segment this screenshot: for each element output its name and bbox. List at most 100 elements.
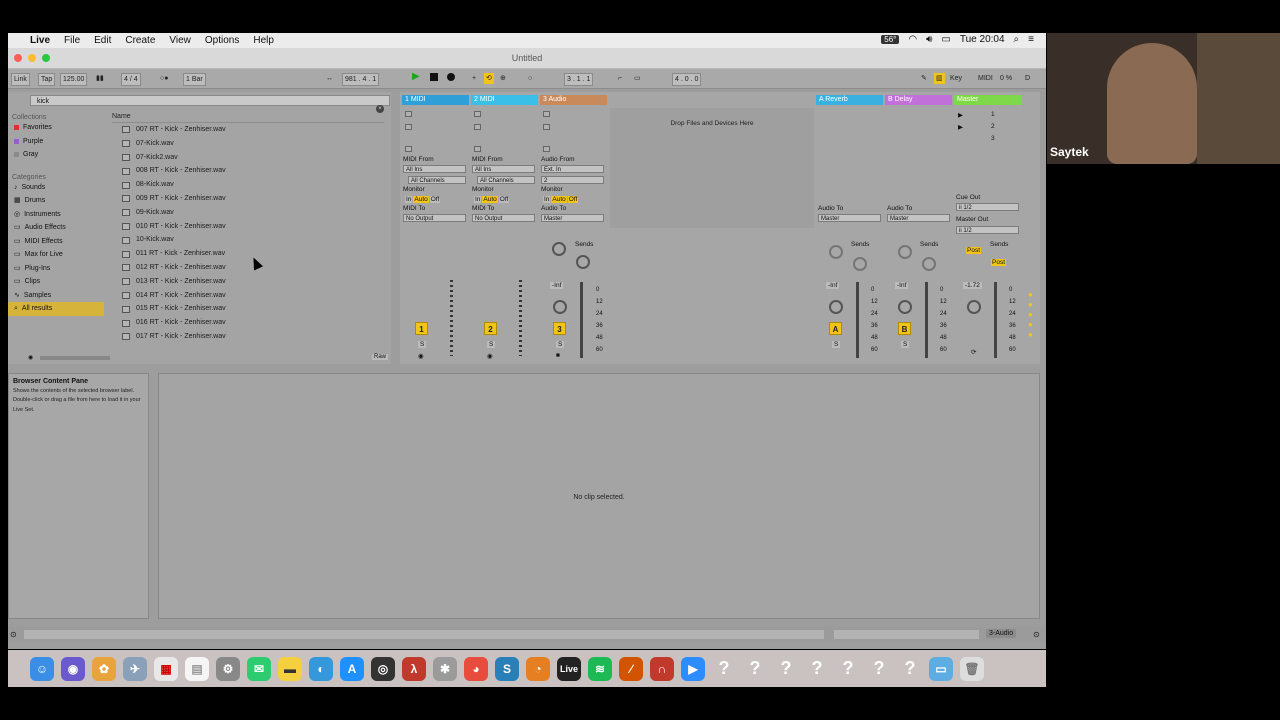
drop-area[interactable]: Drop Files and Devices Here <box>610 108 814 228</box>
clip-slot[interactable] <box>474 111 481 117</box>
file-row[interactable]: 017 RT - Kick - Zenhiser.wav <box>112 330 384 344</box>
output-dropdown[interactable]: Master <box>818 214 881 222</box>
menu-create[interactable]: Create <box>125 35 155 46</box>
unknown-app-icon[interactable]: ? <box>898 657 922 681</box>
unknown-app-icon[interactable]: ? <box>743 657 767 681</box>
menu-edit[interactable]: Edit <box>94 35 111 46</box>
send-a-knob[interactable] <box>829 245 843 259</box>
track-activator-1[interactable]: 1 <box>415 322 428 335</box>
volume-fader-meter[interactable] <box>519 280 522 356</box>
play-button[interactable]: ▶ <box>410 71 422 82</box>
solo-button[interactable]: S <box>418 341 427 348</box>
finder-icon[interactable]: ☺ <box>30 656 54 681</box>
file-row[interactable]: 07-Kick2.wav <box>112 151 384 165</box>
monitor-in-button[interactable]: In <box>405 196 413 203</box>
sidebar-item-purple[interactable]: Purple <box>8 135 108 149</box>
capture-icon[interactable]: ⊕ <box>498 73 508 84</box>
send-b-knob[interactable] <box>576 255 590 269</box>
firefox-icon[interactable]: ◔ <box>526 656 550 681</box>
track-header-1-midi[interactable]: 1 MIDI <box>402 95 469 105</box>
output-dropdown[interactable]: No Output <box>403 214 466 222</box>
browser-search-input[interactable]: kick <box>30 95 390 106</box>
sidebar-item-all-results[interactable]: ⌕ All results <box>8 302 104 316</box>
sidebar-item-audio-effects[interactable]: ▭ Audio Effects <box>8 221 108 235</box>
scene-launch-icon[interactable]: ▶ <box>958 123 963 131</box>
pan-knob[interactable] <box>829 300 843 314</box>
clip-slot[interactable] <box>474 124 481 130</box>
master-out-dropdown[interactable]: ii 1/2 <box>956 226 1019 234</box>
automation-arm-icon[interactable]: ⟲ <box>484 73 494 84</box>
headphones-app-icon[interactable]: ∩ <box>650 656 674 681</box>
send-a-knob[interactable] <box>552 242 566 256</box>
spotify-icon[interactable]: ≋ <box>588 656 612 681</box>
sidebar-item-max-for-live[interactable]: ▭ Max for Live <box>8 248 108 262</box>
menu-view[interactable]: View <box>169 35 191 46</box>
monitor-switch[interactable]: In Auto Off <box>474 196 510 203</box>
input-type-dropdown[interactable]: Ext. In <box>541 165 604 173</box>
file-row[interactable]: 007 RT - Kick - Zenhiser.wav <box>112 123 384 137</box>
name-column-header[interactable]: Name <box>112 112 384 123</box>
monitor-auto-button[interactable]: Auto <box>413 196 429 203</box>
arm-button[interactable]: ◉ <box>418 352 424 360</box>
file-row[interactable]: 013 RT - Kick - Zenhiser.wav <box>112 275 384 289</box>
sidebar-item-favorites[interactable]: Favorites <box>8 121 108 135</box>
volume-fader-meter[interactable] <box>580 282 583 358</box>
unknown-app-icon[interactable]: ? <box>867 657 891 681</box>
sidebar-item-drums[interactable]: ▦ Drums <box>8 194 108 208</box>
pan-knob[interactable] <box>967 300 981 314</box>
track-activator-3[interactable]: 3 <box>553 322 566 335</box>
temperature-badge[interactable]: 56° <box>881 35 900 44</box>
sidebar-item-sounds[interactable]: ♪ Sounds <box>8 181 108 195</box>
downloads-folder-icon[interactable]: ▭ <box>929 656 953 681</box>
loop-switch-icon[interactable]: ▭ <box>632 73 643 84</box>
monitor-auto-button[interactable]: Auto <box>551 196 567 203</box>
messages-icon[interactable]: ✉ <box>247 656 271 681</box>
punch-in-icon[interactable]: ⌐ <box>616 73 624 84</box>
menu-file[interactable]: File <box>64 35 80 46</box>
info-view-toggle-icon[interactable]: ⊙ <box>10 630 17 639</box>
master-tempo-nudge-icon[interactable]: ⟳ <box>971 348 976 356</box>
sidebar-item-gray[interactable]: Gray <box>8 148 108 162</box>
launchpad-icon[interactable]: ✈ <box>123 656 147 681</box>
calendar-icon[interactable]: ▦ <box>154 656 178 681</box>
pan-knob[interactable] <box>898 300 912 314</box>
clip-slot[interactable] <box>405 111 412 117</box>
pan-knob[interactable] <box>553 300 567 314</box>
volume-fader-meter[interactable] <box>856 282 859 358</box>
draw-mode-icon[interactable]: ✎ <box>919 73 929 84</box>
zoom-icon[interactable]: ▶ <box>681 656 705 681</box>
ableton-live-icon[interactable]: Live <box>557 656 581 681</box>
input-type-dropdown[interactable]: All Ins <box>472 165 535 173</box>
volume-fader-meter[interactable] <box>925 282 928 358</box>
overdub-icon[interactable]: + <box>470 73 478 84</box>
file-row[interactable]: 010 RT - Kick - Zenhiser.wav <box>112 220 384 234</box>
track-header-b-delay[interactable]: B Delay <box>885 95 952 105</box>
send-b-knob[interactable] <box>922 257 936 271</box>
output-dropdown[interactable]: Master <box>887 214 950 222</box>
input-channel-dropdown[interactable]: All Channels <box>477 176 535 184</box>
unknown-app-icon[interactable]: ? <box>836 657 860 681</box>
cue-out-dropdown[interactable]: ii 1/2 <box>956 203 1019 211</box>
sidebar-item-samples[interactable]: ∿ Samples <box>8 289 108 303</box>
loop-length-field[interactable]: 4 . 0 . 0 <box>672 73 702 86</box>
track-header-a-reverb[interactable]: A Reverb <box>816 95 883 105</box>
file-row[interactable]: 009 RT - Kick - Zenhiser.wav <box>112 192 384 206</box>
system-preferences-icon[interactable]: ⚙ <box>216 656 240 681</box>
skype-icon[interactable]: S <box>495 656 519 681</box>
clip-stop-button[interactable] <box>543 146 550 152</box>
trash-icon[interactable]: 🗑︎ <box>960 656 984 681</box>
sidebar-item-clips[interactable]: ▭ Clips <box>8 275 108 289</box>
battery-icon[interactable]: ▭ <box>941 34 950 45</box>
input-channel-dropdown[interactable]: 2 <box>541 176 604 184</box>
return-activator-a[interactable]: A <box>829 322 842 335</box>
file-row[interactable]: 014 RT - Kick - Zenhiser.wav <box>112 289 384 303</box>
volume-readout[interactable]: -1.72 <box>963 282 982 289</box>
notes-icon[interactable]: ▤ <box>185 656 209 681</box>
photos-icon[interactable]: ✿ <box>92 656 116 681</box>
preview-headphones-icon[interactable]: ◉ <box>28 354 33 361</box>
tempo-field[interactable]: 125.00 <box>60 73 88 86</box>
volume-readout[interactable]: -Inf <box>895 282 909 289</box>
post-button[interactable]: Post <box>991 259 1007 266</box>
key-map-button[interactable]: Key <box>948 73 964 84</box>
follow-icon[interactable]: ↔ <box>324 73 335 84</box>
